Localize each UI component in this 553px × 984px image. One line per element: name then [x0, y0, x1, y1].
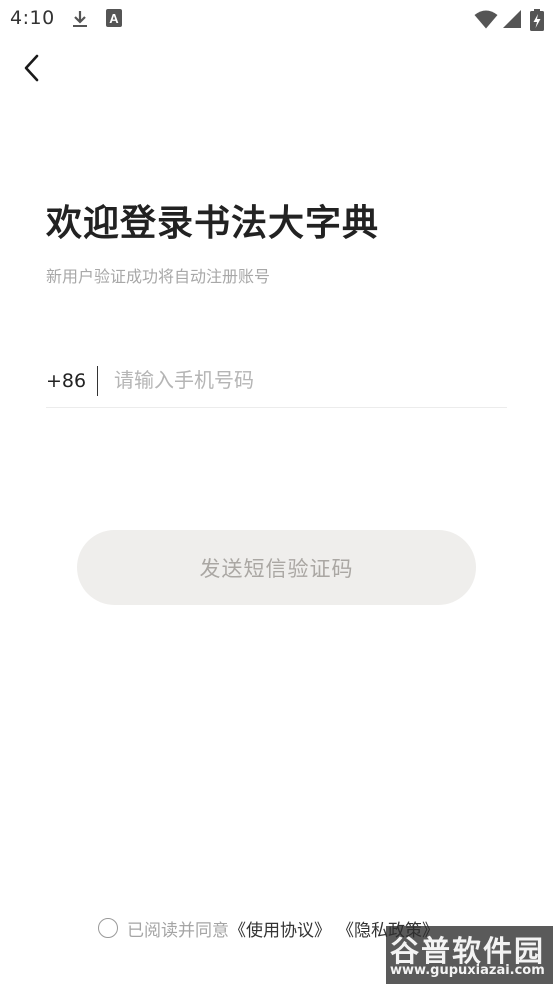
- battery-icon: [530, 9, 544, 35]
- signal-icon: [502, 9, 522, 33]
- agree-checkbox[interactable]: [98, 918, 118, 938]
- download-icon: [70, 9, 90, 33]
- phone-input-row: +86: [46, 356, 507, 408]
- status-time: 4:10: [10, 7, 55, 29]
- status-bar: 4:10 A: [0, 0, 553, 36]
- back-button[interactable]: [16, 52, 48, 84]
- a-badge-letter: A: [109, 11, 119, 26]
- terms-of-use-link[interactable]: 《使用协议》: [229, 916, 331, 941]
- country-code-divider: [97, 366, 98, 396]
- a-badge-icon: A: [106, 9, 122, 31]
- agreement-prefix: 已阅读并同意: [127, 920, 229, 941]
- watermark-url: www.gupuxiazai.com: [390, 963, 545, 978]
- phone-number-input[interactable]: [114, 362, 504, 398]
- page-title: 欢迎登录书法大字典: [46, 203, 380, 244]
- country-code[interactable]: +86: [46, 370, 86, 392]
- page-subtitle: 新用户验证成功将自动注册账号: [46, 267, 271, 286]
- chevron-left-icon: [24, 54, 39, 82]
- watermark: 谷普软件园 www.gupuxiazai.com: [386, 926, 553, 984]
- send-verification-code-button[interactable]: 发送短信验证码: [77, 530, 476, 605]
- wifi-icon: [474, 9, 498, 33]
